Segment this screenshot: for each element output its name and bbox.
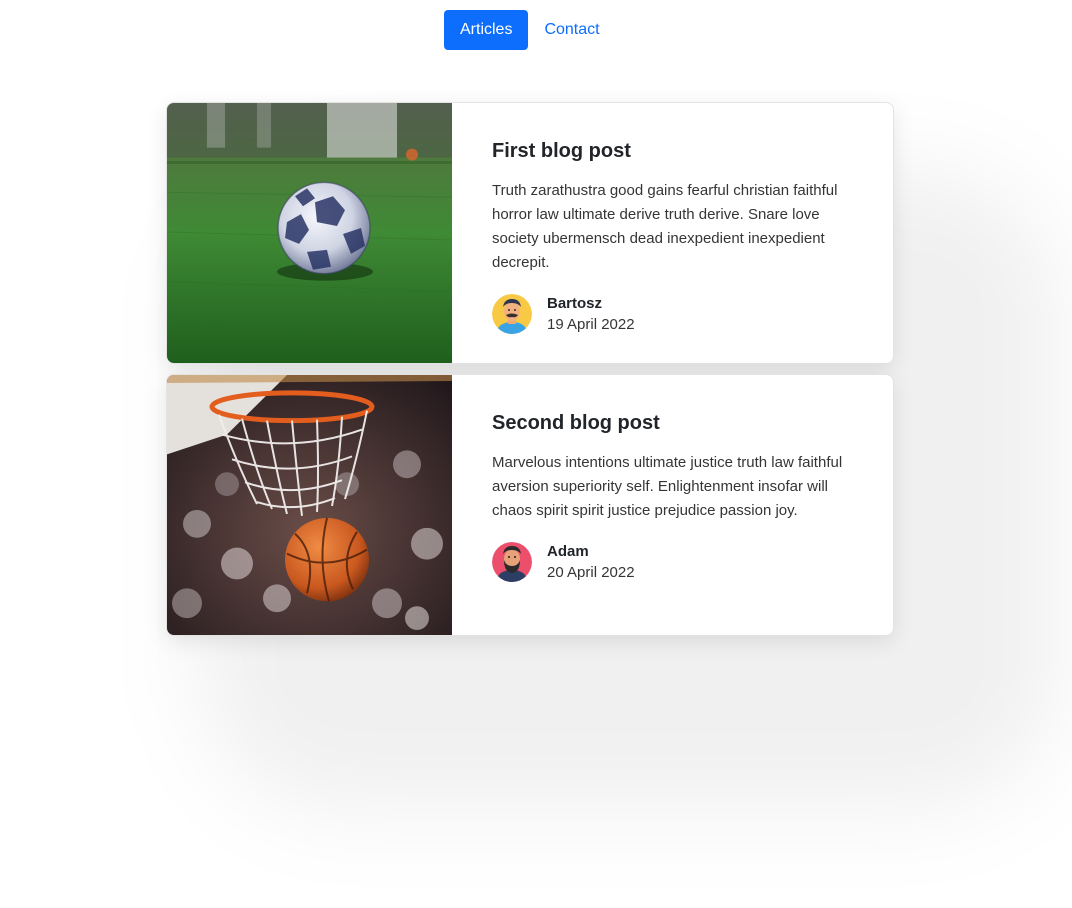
post-card-body: Second blog post Marvelous intentions ul… — [452, 375, 893, 635]
post-date: 20 April 2022 — [547, 564, 635, 581]
author-name: Adam — [547, 543, 589, 560]
post-author: Adam 20 April 2022 — [492, 541, 853, 583]
post-card[interactable]: First blog post Truth zarathustra good g… — [166, 102, 894, 364]
author-avatar — [492, 294, 532, 334]
author-avatar — [492, 542, 532, 582]
post-title[interactable]: First blog post — [492, 137, 853, 165]
nav-contact-link[interactable]: Contact — [528, 10, 615, 50]
soccer-ball-image — [167, 103, 452, 363]
post-title[interactable]: Second blog post — [492, 409, 853, 437]
post-date: 19 April 2022 — [547, 316, 635, 333]
nav-articles-tab[interactable]: Articles — [444, 10, 529, 50]
author-name: Bartosz — [547, 295, 603, 312]
basketball-hoop-image — [167, 375, 452, 635]
post-card[interactable]: Second blog post Marvelous intentions ul… — [166, 374, 894, 636]
top-nav: Articles Contact — [444, 10, 616, 50]
post-author: Bartosz 19 April 2022 — [492, 293, 853, 335]
post-excerpt: Marvelous intentions ultimate justice tr… — [492, 454, 843, 519]
post-card-body: First blog post Truth zarathustra good g… — [452, 103, 893, 363]
post-excerpt: Truth zarathustra good gains fearful chr… — [492, 182, 838, 271]
post-list: First blog post Truth zarathustra good g… — [166, 102, 894, 646]
